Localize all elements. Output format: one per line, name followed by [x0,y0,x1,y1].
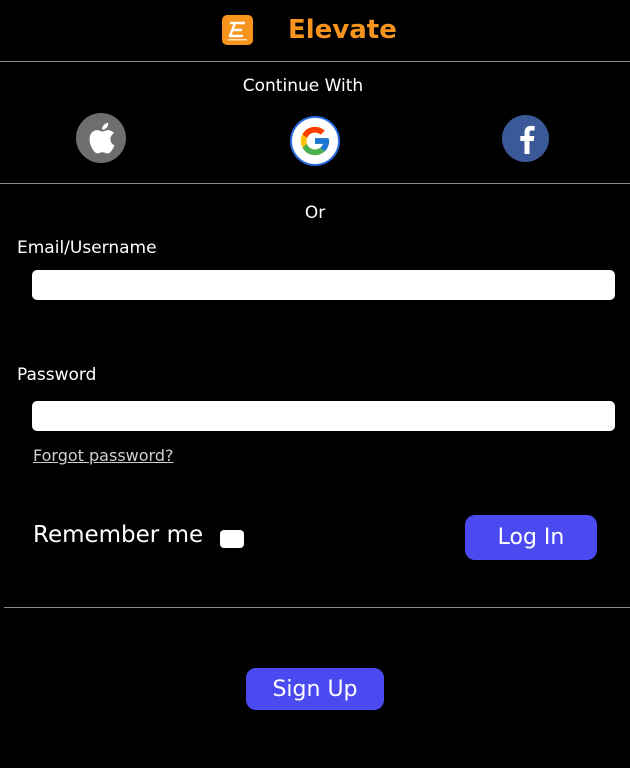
google-icon [300,126,330,156]
brand-logo [222,15,253,45]
facebook-icon [519,125,535,154]
continue-with-heading: Continue With [242,76,364,96]
remember-me-checkbox[interactable] [220,530,244,548]
apple-icon [89,122,115,154]
google-login-button[interactable] [290,116,340,166]
social-divider [0,183,630,184]
login-button[interactable]: Log In [465,515,597,560]
forgot-password-link[interactable]: Forgot password? [33,446,173,465]
or-separator: Or [304,203,326,223]
password-label: Password [17,365,97,385]
signup-button[interactable]: Sign Up [246,668,384,710]
remember-me-label: Remember me [33,522,204,548]
email-label: Email/Username [17,238,157,258]
brand-name: Elevate [288,15,397,45]
header-divider [0,61,630,62]
footer-divider [4,607,630,608]
elevate-logo-icon [228,21,247,41]
apple-login-button[interactable] [76,113,126,163]
email-input[interactable] [32,270,615,300]
password-input[interactable] [32,401,615,431]
facebook-login-button[interactable] [502,115,549,162]
